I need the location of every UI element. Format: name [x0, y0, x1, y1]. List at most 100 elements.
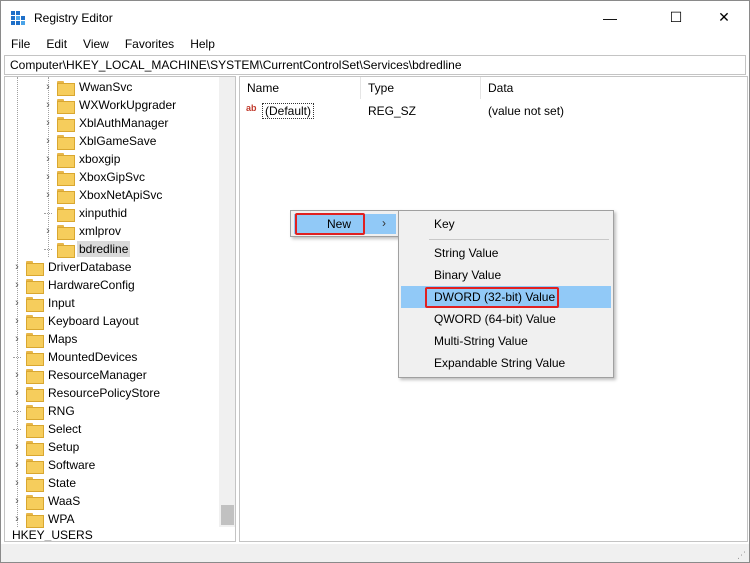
- tree-item-label: XboxGipSvc: [79, 170, 146, 184]
- tree-item-state[interactable]: › State: [11, 474, 78, 492]
- key-tree-pane[interactable]: › WwanSvc › WXWorkUpgrader › XblAuthManager › X…: [4, 76, 236, 542]
- value-row-default[interactable]: ab (Default) REG_SZ (value not set): [244, 102, 744, 120]
- folder-icon: [26, 278, 44, 294]
- tree-item-resourcemanager[interactable]: › ResourceManager: [11, 366, 149, 384]
- string-value-icon: ab: [246, 103, 257, 113]
- expand-chevron-icon[interactable]: ›: [42, 114, 54, 132]
- tree-item-xboxgip[interactable]: › xboxgip: [42, 150, 122, 168]
- expand-chevron-icon[interactable]: ›: [11, 510, 23, 528]
- tree-item-driverdatabase[interactable]: › DriverDatabase: [11, 258, 133, 276]
- expand-chevron-icon[interactable]: ›: [11, 294, 23, 312]
- expand-chevron-icon[interactable]: ›: [42, 186, 54, 204]
- submenu-item-multi-string-value[interactable]: Multi-String Value: [401, 330, 611, 352]
- expand-chevron-icon[interactable]: ›: [11, 384, 23, 402]
- submenu-item-qword-value[interactable]: QWORD (64-bit) Value: [401, 308, 611, 330]
- tree-item-rng[interactable]: RNG: [11, 402, 77, 420]
- tree-item-xblgamesave[interactable]: › XblGameSave: [42, 132, 158, 150]
- column-header-data[interactable]: Data: [481, 77, 747, 99]
- expand-chevron-icon[interactable]: ›: [11, 438, 23, 456]
- menu-favorites[interactable]: Favorites: [115, 34, 180, 54]
- expand-chevron-icon[interactable]: ›: [42, 168, 54, 186]
- highlight-box-new: [295, 213, 365, 235]
- tree-connector: [13, 410, 21, 412]
- tree-item-xboxnetapisvc[interactable]: › XboxNetApiSvc: [42, 186, 164, 204]
- submenu-item-string-value[interactable]: String Value: [401, 242, 611, 264]
- folder-icon: [57, 98, 75, 114]
- tree-item-label: ResourceManager: [48, 368, 147, 382]
- submenu-item-key[interactable]: Key: [401, 213, 611, 235]
- expand-chevron-icon[interactable]: ›: [42, 78, 54, 96]
- tree-item-label: Input: [48, 296, 75, 310]
- tree-item-input[interactable]: › Input: [11, 294, 77, 312]
- column-header-type[interactable]: Type: [361, 77, 481, 99]
- tree-item-label: WwanSvc: [79, 80, 133, 94]
- folder-icon: [26, 386, 44, 402]
- menu-file[interactable]: File: [1, 34, 36, 54]
- close-button[interactable]: ✕: [701, 1, 747, 34]
- expand-chevron-icon[interactable]: ›: [11, 474, 23, 492]
- folder-icon: [26, 512, 44, 528]
- maximize-button[interactable]: ☐: [653, 1, 699, 34]
- expand-chevron-icon[interactable]: ›: [11, 492, 23, 510]
- folder-icon: [57, 224, 75, 240]
- tree-item-keyboard-layout[interactable]: › Keyboard Layout: [11, 312, 141, 330]
- tree-item-xmlprov[interactable]: › xmlprov: [42, 222, 123, 240]
- expand-chevron-icon[interactable]: ›: [11, 312, 23, 330]
- expand-chevron-icon[interactable]: ›: [42, 150, 54, 168]
- tree-item-label: xboxgip: [79, 152, 121, 166]
- tree-item-wpa[interactable]: › WPA: [11, 510, 76, 528]
- tree-connector: [44, 212, 52, 214]
- folder-icon: [26, 494, 44, 510]
- value-type: REG_SZ: [368, 104, 417, 118]
- value-name: (Default): [262, 103, 315, 119]
- tree-item-resourcepolicystore[interactable]: › ResourcePolicyStore: [11, 384, 162, 402]
- scrollbar-thumb[interactable]: [221, 505, 234, 525]
- tree-item-label: XblAuthManager: [79, 116, 169, 130]
- resize-grip-icon[interactable]: ⋰: [737, 550, 747, 560]
- submenu-item-expandable-string-value[interactable]: Expandable String Value: [401, 352, 611, 374]
- expand-chevron-icon[interactable]: ›: [11, 366, 23, 384]
- menu-edit[interactable]: Edit: [36, 34, 73, 54]
- tree-item-hkey-users[interactable]: HKEY_USERS: [12, 528, 93, 541]
- tree-item-maps[interactable]: › Maps: [11, 330, 79, 348]
- submenu-arrow-icon: ›: [382, 216, 386, 230]
- tree-item-xinputhid[interactable]: xinputhid: [42, 204, 129, 222]
- tree-vertical-scrollbar[interactable]: [219, 77, 235, 527]
- tree-item-label: WaaS: [48, 494, 81, 508]
- tree-item-select[interactable]: Select: [11, 420, 83, 438]
- tree-item-label: RNG: [48, 404, 75, 418]
- window-title: Registry Editor: [34, 11, 113, 25]
- expand-chevron-icon[interactable]: ›: [42, 96, 54, 114]
- tree-item-xblauthmanager[interactable]: › XblAuthManager: [42, 114, 170, 132]
- tree-item-hardwareconfig[interactable]: › HardwareConfig: [11, 276, 137, 294]
- tree-item-wxworkupgrader[interactable]: › WXWorkUpgrader: [42, 96, 178, 114]
- tree-item-wwansvc[interactable]: › WwanSvc: [42, 78, 134, 96]
- expand-chevron-icon[interactable]: ›: [11, 456, 23, 474]
- folder-icon: [57, 170, 75, 186]
- tree-item-label: Software: [48, 458, 96, 472]
- context-menu: New ›: [290, 210, 400, 237]
- submenu-item-label: Binary Value: [434, 268, 502, 282]
- tree-item-label: XboxNetApiSvc: [79, 188, 163, 202]
- tree-item-waas[interactable]: › WaaS: [11, 492, 82, 510]
- folder-icon: [57, 188, 75, 204]
- folder-icon: [57, 206, 75, 222]
- folder-icon: [26, 260, 44, 276]
- expand-chevron-icon[interactable]: ›: [11, 258, 23, 276]
- menu-help[interactable]: Help: [180, 34, 221, 54]
- expand-chevron-icon[interactable]: ›: [11, 276, 23, 294]
- minimize-button[interactable]: —: [587, 1, 633, 34]
- menu-view[interactable]: View: [73, 34, 115, 54]
- tree-item-bdredline[interactable]: bdredline: [42, 240, 131, 258]
- submenu-item-binary-value[interactable]: Binary Value: [401, 264, 611, 286]
- expand-chevron-icon[interactable]: ›: [11, 330, 23, 348]
- tree-item-setup[interactable]: › Setup: [11, 438, 81, 456]
- expand-chevron-icon[interactable]: ›: [42, 132, 54, 150]
- folder-icon: [26, 404, 44, 420]
- tree-item-software[interactable]: › Software: [11, 456, 97, 474]
- address-bar[interactable]: Computer\HKEY_LOCAL_MACHINE\SYSTEM\Curre…: [4, 55, 746, 75]
- expand-chevron-icon[interactable]: ›: [42, 222, 54, 240]
- column-header-name[interactable]: Name: [240, 77, 361, 99]
- tree-item-mounteddevices[interactable]: MountedDevices: [11, 348, 139, 366]
- tree-item-xboxgipsvc[interactable]: › XboxGipSvc: [42, 168, 147, 186]
